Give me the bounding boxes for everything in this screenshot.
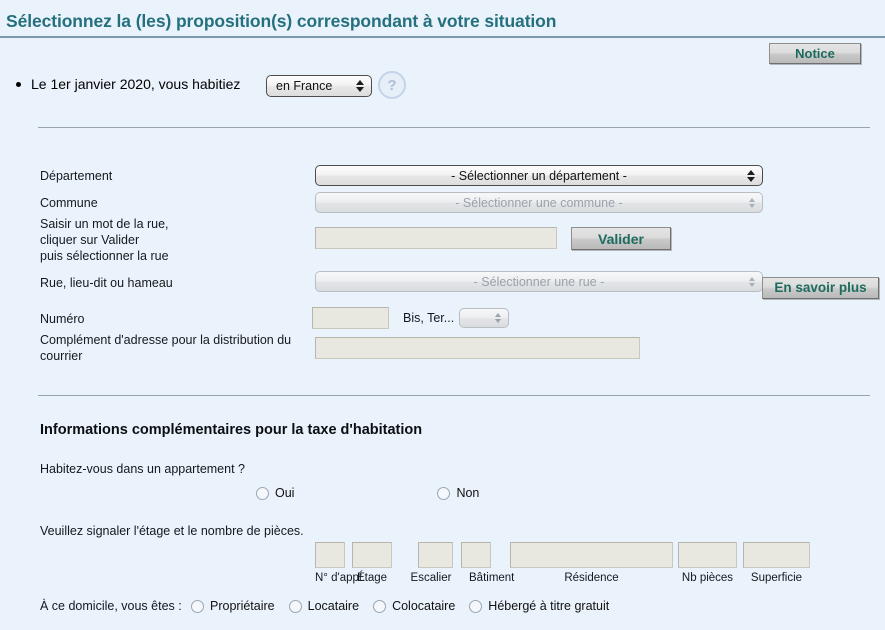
numero-input[interactable] — [312, 307, 389, 329]
field-caption: Étage — [356, 572, 388, 584]
notice-button[interactable]: Notice — [769, 43, 861, 64]
radio-label: Non — [456, 486, 480, 500]
field-caption: Résidence — [564, 572, 619, 584]
radio-icon — [288, 599, 302, 613]
bis-ter-label: Bis, Ter... — [403, 311, 455, 325]
radio-label: Locataire — [307, 599, 360, 613]
field-superficie: Superficie — [743, 542, 810, 584]
etage-question-label: Veuillez signaler l'étage et le nombre d… — [40, 524, 304, 538]
street-search-input[interactable] — [315, 227, 557, 249]
field-caption: Nb pièces — [681, 572, 734, 584]
section-divider-top — [38, 127, 870, 128]
appartement-question-label: Habitez-vous dans un appartement ? — [40, 462, 245, 476]
rue-label: Rue, lieu-dit ou hameau — [40, 276, 173, 290]
chevron-updown-icon — [749, 276, 755, 287]
field-batiment: Bâtiment — [461, 542, 515, 584]
radio-domicile-locataire[interactable]: Locataire — [288, 599, 360, 613]
field-caption: Superficie — [750, 572, 803, 584]
commune-label: Commune — [40, 196, 98, 210]
complement-adresse-label: Complément d'adresse pour la distributio… — [40, 333, 292, 363]
chevron-updown-icon — [356, 80, 364, 92]
taxe-habitation-heading: Informations complémentaires pour la tax… — [40, 422, 423, 438]
field-escalier: Escalier — [411, 542, 453, 584]
radio-appartement-non[interactable]: Non — [437, 486, 479, 500]
country-select-value: en France — [276, 79, 333, 93]
commune-select[interactable]: - Sélectionner une commune - — [315, 192, 763, 213]
field-numero-appartement: N° d'appt. — [315, 542, 366, 584]
numero-label: Numéro — [40, 312, 85, 326]
etage-input[interactable] — [352, 542, 392, 568]
radio-icon — [256, 486, 269, 500]
radio-domicile-colocataire[interactable]: Colocataire — [373, 599, 455, 613]
domicile-radio-group: Propriétaire Locataire Colocataire Héber… — [191, 599, 609, 613]
radio-icon — [373, 599, 387, 613]
valider-button[interactable]: Valider — [571, 227, 671, 250]
rue-select[interactable]: - Sélectionner une rue - — [315, 271, 763, 292]
bis-ter-select[interactable] — [459, 308, 509, 328]
radio-label: Hébergé à titre gratuit — [488, 599, 610, 613]
title-divider — [0, 36, 885, 38]
bullet-icon — [16, 81, 21, 87]
residence-input[interactable] — [510, 542, 673, 568]
page-title: Sélectionnez la (les) proposition(s) cor… — [6, 11, 557, 31]
escalier-input[interactable] — [418, 542, 453, 568]
batiment-input[interactable] — [461, 542, 491, 568]
departement-label: Département — [40, 169, 113, 183]
radio-label: Colocataire — [392, 599, 456, 613]
street-search-instruction-label: Saisir un mot de la rue, cliquer sur Val… — [40, 217, 169, 263]
field-caption: Bâtiment — [469, 572, 515, 584]
section-divider-middle — [38, 395, 870, 396]
domicile-question-label: À ce domicile, vous êtes : — [40, 599, 182, 613]
help-icon[interactable]: ? — [378, 71, 406, 99]
chevron-updown-icon — [495, 313, 501, 323]
radio-icon — [437, 486, 451, 500]
appartement-radio-group: Oui Non — [256, 486, 479, 500]
radio-icon — [469, 599, 483, 613]
radio-label: Propriétaire — [210, 599, 275, 613]
residence-statement-row: Le 1er janvier 2020, vous habitiez — [16, 76, 249, 92]
nb-pieces-input[interactable] — [678, 542, 737, 568]
superficie-input[interactable] — [743, 542, 810, 568]
commune-select-value: - Sélectionner une commune - — [455, 195, 623, 210]
radio-appartement-oui[interactable]: Oui — [256, 486, 294, 500]
rue-select-value: - Sélectionner une rue - — [473, 274, 605, 289]
numero-appartement-input[interactable] — [315, 542, 345, 568]
field-caption: Escalier — [410, 572, 452, 584]
country-select[interactable]: en France — [266, 75, 372, 97]
chevron-updown-icon — [749, 197, 755, 208]
radio-label: Oui — [275, 486, 295, 500]
field-nb-pieces: Nb pièces — [678, 542, 737, 584]
field-residence: Résidence — [510, 542, 673, 584]
radio-domicile-proprietaire[interactable]: Propriétaire — [191, 599, 275, 613]
field-caption: N° d'appt. — [315, 572, 366, 584]
complement-adresse-input[interactable] — [315, 337, 640, 359]
residence-statement-label: Le 1er janvier 2020, vous habitiez — [31, 76, 241, 92]
field-etage: Étage — [352, 542, 392, 584]
radio-icon — [191, 599, 204, 613]
departement-select-value: - Sélectionner un département - — [451, 168, 627, 183]
radio-domicile-heberge[interactable]: Hébergé à titre gratuit — [469, 599, 609, 613]
chevron-updown-icon — [747, 169, 755, 182]
departement-select[interactable]: - Sélectionner un département - — [315, 165, 763, 186]
en-savoir-plus-button[interactable]: En savoir plus — [762, 277, 879, 299]
